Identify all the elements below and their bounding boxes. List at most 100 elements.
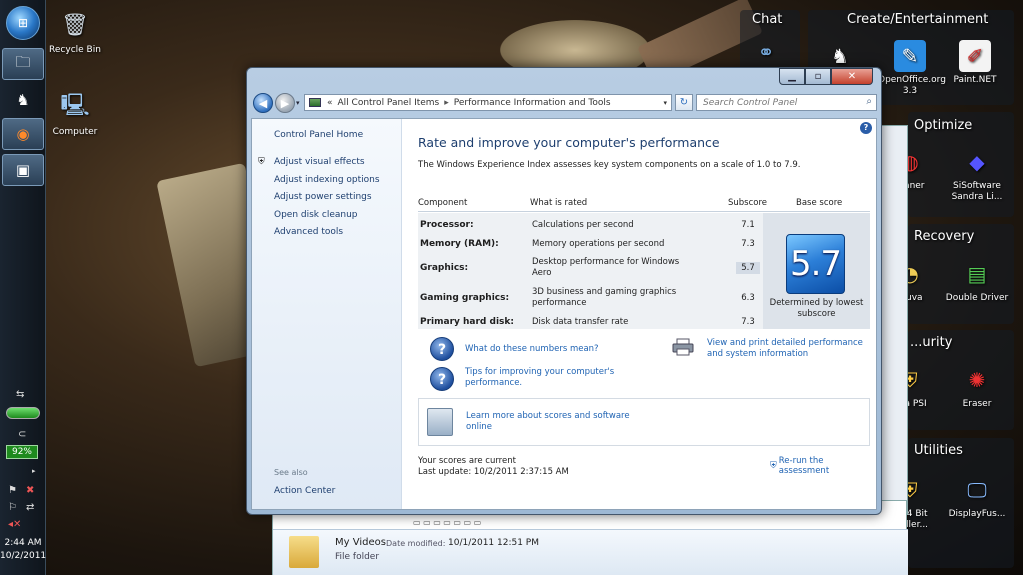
- system-tray: ⇆ ⊂ 92% ▸ ⚑ ✖ ⚐ ⇄ ◂✕ 2:44 AM 10/2/2011: [0, 385, 46, 575]
- uac-shield-icon: ⛨: [258, 157, 265, 167]
- column-header-base-score: Base score: [796, 198, 843, 208]
- maximize-button[interactable]: ▫: [805, 68, 831, 85]
- battery-meter[interactable]: [6, 407, 40, 419]
- rated-description: Memory operations per second: [532, 239, 665, 249]
- lowest-subscore: 5.7: [736, 262, 760, 274]
- minimize-button[interactable]: ▁: [779, 68, 805, 85]
- arrow-right-icon: ▶: [280, 96, 290, 110]
- advanced-tools-link[interactable]: Advanced tools: [274, 227, 343, 237]
- refresh-button[interactable]: ↻: [675, 94, 693, 111]
- explorer-taskbar-button[interactable]: 🗀: [2, 48, 44, 80]
- score-table: Processor: Calculations per second 7.1 M…: [418, 213, 870, 329]
- create-header: Create/Entertainment: [847, 12, 989, 27]
- security-tray-icon[interactable]: ⚑: [8, 485, 17, 496]
- breadcrumb-current[interactable]: Performance Information and Tools: [454, 98, 611, 108]
- arrow-left-icon: ◀: [258, 96, 268, 110]
- chat-icon: ⚭: [757, 39, 775, 64]
- modified-label: Date modified:: [386, 539, 446, 548]
- desktop-icon-recycle-bin[interactable]: 🗑 Recycle Bin: [45, 8, 105, 56]
- clock-date[interactable]: 10/2/2011: [0, 551, 46, 561]
- recycle-bin-icon: 🗑: [61, 12, 89, 38]
- refresh-icon: ↻: [679, 97, 689, 108]
- paint-net-icon: ✐: [959, 40, 991, 72]
- base-score-column: 5.7 Determined by lowest subscore: [763, 213, 870, 329]
- desktop-icon-computer[interactable]: 🖳 Computer: [45, 90, 105, 137]
- action-flag-icon[interactable]: ⚐: [8, 502, 17, 513]
- client-area: Control Panel Home ⛨ Adjust visual effec…: [251, 118, 877, 510]
- recent-pages-dropdown[interactable]: ▾: [296, 99, 300, 107]
- see-also-label: See also: [274, 468, 308, 477]
- paint-net-app[interactable]: ✐ Paint.NET: [943, 40, 1007, 86]
- adjust-power-settings-link[interactable]: Adjust power settings: [274, 192, 372, 202]
- adjust-indexing-options-link[interactable]: Adjust indexing options: [274, 175, 380, 185]
- folder-icon: [289, 536, 319, 568]
- uac-shield-icon: ⛨: [770, 461, 777, 471]
- close-button[interactable]: ✕: [831, 68, 873, 85]
- component-name: Memory (RAM):: [420, 239, 499, 249]
- learn-more-link[interactable]: Learn more about scores and software onl…: [466, 411, 636, 433]
- recovery-header: Recovery: [914, 229, 975, 244]
- address-dropdown-icon[interactable]: ▾: [663, 99, 667, 107]
- desktop-icon-label: Computer: [52, 127, 98, 137]
- volume-muted-icon[interactable]: ◂✕: [8, 519, 21, 530]
- app-label: Eraser: [962, 399, 992, 409]
- battery-percent[interactable]: 92%: [6, 445, 38, 459]
- power-plug-icon[interactable]: ⊂: [18, 429, 26, 440]
- breadcrumb-separator-icon[interactable]: ▸: [444, 98, 449, 108]
- chat-app-icon[interactable]: ⚭: [734, 36, 798, 71]
- foobar-taskbar-button[interactable]: ♞: [2, 84, 44, 116]
- help-button[interactable]: ?: [860, 122, 872, 134]
- learn-more-box: Learn more about scores and software onl…: [418, 398, 870, 446]
- tray-expand-icon[interactable]: ▸: [32, 467, 36, 475]
- action-center-link[interactable]: Action Center: [274, 486, 335, 496]
- double-driver-icon: ▤: [967, 261, 987, 286]
- open-disk-cleanup-link[interactable]: Open disk cleanup: [274, 210, 358, 220]
- left-navigation: Control Panel Home ⛨ Adjust visual effec…: [252, 119, 402, 509]
- page-description: The Windows Experience Index assesses ke…: [418, 160, 801, 170]
- what-numbers-mean-link[interactable]: What do these numbers mean?: [465, 344, 599, 355]
- firefox-icon: ◉: [16, 125, 30, 143]
- firefox-taskbar-button[interactable]: ◉: [2, 118, 44, 150]
- search-input[interactable]: [697, 95, 857, 110]
- app-label: Paint.NET: [953, 75, 997, 85]
- utilities-header: Utilities: [914, 443, 963, 458]
- forward-button[interactable]: ▶: [275, 93, 295, 113]
- main-content: ? Rate and improve your computer's perfo…: [402, 119, 876, 509]
- search-icon[interactable]: ⌕: [866, 96, 872, 107]
- item-name: My Videos: [335, 537, 386, 548]
- eraser-app[interactable]: ✺ Eraser: [945, 364, 1009, 410]
- rated-description: Calculations per second: [532, 220, 634, 230]
- subscore: 6.3: [741, 293, 755, 303]
- view-print-details-link[interactable]: View and print detailed performance and …: [707, 338, 875, 360]
- score-table-header: Component What is rated Subscore Base sc…: [418, 191, 870, 212]
- optimize-header: Optimize: [914, 118, 973, 133]
- clock-time[interactable]: 2:44 AM: [0, 538, 46, 548]
- breadcrumb-root[interactable]: All Control Panel Items: [338, 98, 440, 108]
- control-panel-home-link[interactable]: Control Panel Home: [274, 130, 363, 140]
- back-button[interactable]: ◀: [253, 93, 273, 113]
- openoffice-app[interactable]: ✎ OpenOffice.org 3.3: [878, 40, 946, 97]
- start-button[interactable]: ⊞: [6, 6, 40, 40]
- sandra-app[interactable]: ◆ SiSoftware Sandra Li...: [945, 146, 1009, 203]
- control-panel-taskbar-button[interactable]: ▣: [2, 154, 44, 186]
- tips-improving-link[interactable]: Tips for improving your computer's perfo…: [465, 367, 625, 389]
- rerun-assessment-link[interactable]: ⛨ Re-run the assessment: [770, 456, 876, 476]
- sync-icon[interactable]: ⇄: [26, 502, 34, 513]
- breadcrumb-chevron-icon[interactable]: «: [327, 98, 333, 108]
- cat-icon: ♞: [16, 91, 30, 109]
- question-icon: ?: [430, 337, 454, 361]
- subscore: 7.3: [741, 239, 755, 249]
- address-bar[interactable]: « All Control Panel Items ▸ Performance …: [304, 94, 672, 111]
- help-icon: ?: [863, 123, 869, 132]
- network-error-icon[interactable]: ✖: [26, 485, 34, 496]
- openoffice-icon: ✎: [894, 40, 926, 72]
- displayfusion-app[interactable]: 🖵 DisplayFus...: [945, 474, 1009, 520]
- adjust-visual-effects-link[interactable]: Adjust visual effects: [274, 157, 365, 167]
- last-update-timestamp: Last update: 10/2/2011 2:37:15 AM: [418, 467, 569, 477]
- double-driver-app[interactable]: ▤ Double Driver: [945, 258, 1009, 304]
- rerun-label[interactable]: Re-run the assessment: [779, 456, 876, 476]
- file-list-row[interactable]: ▭ ▭ ▭ ▭ ▭ ▭ ▭: [413, 518, 481, 527]
- network-icon[interactable]: ⇆: [16, 389, 24, 400]
- search-box[interactable]: ⌕: [696, 94, 877, 111]
- app-label: Double Driver: [945, 293, 1009, 303]
